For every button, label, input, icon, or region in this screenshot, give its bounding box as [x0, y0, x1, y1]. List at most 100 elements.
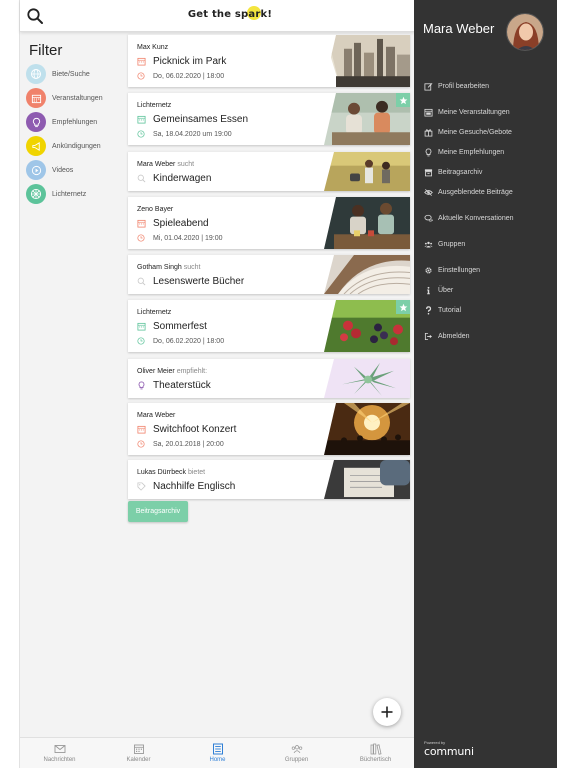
card-image-open-book	[324, 255, 410, 294]
lightbulb-icon	[425, 148, 432, 157]
nav-label: Home	[209, 757, 226, 763]
menu-item-gruppen[interactable]: Gruppen	[424, 240, 465, 249]
nav-label: Gruppen	[284, 757, 309, 763]
chat-icon	[424, 214, 433, 222]
menu-label: Gruppen	[438, 241, 466, 248]
nav-tab-nachrichten[interactable]: Nachrichten	[20, 738, 99, 768]
filter-item-empfehlungen[interactable]: Empfehlungen	[26, 111, 128, 133]
post-card-switchfoot-konzert[interactable]: Mara Weber Switchfoot Konzert Sa, 20.01.…	[128, 402, 410, 455]
edit-icon	[424, 83, 433, 91]
menu-item-ueber[interactable]: Über	[424, 286, 453, 295]
announcement-icon	[26, 136, 46, 156]
tag-icon	[137, 482, 146, 491]
menu-label: Aktuelle Konversationen	[438, 215, 514, 222]
card-image-succulent	[324, 359, 410, 398]
home-list-icon	[212, 743, 223, 755]
filter-panel: Filter Biete/Suche Veranstaltungen Empfe…	[20, 32, 127, 732]
nav-label: Kalender	[126, 757, 151, 763]
clock-icon	[137, 234, 145, 242]
powered-by-communi: Powered by communi	[424, 740, 474, 758]
logout-icon	[424, 332, 432, 341]
clock-icon	[137, 72, 145, 80]
menu-label: Abmelden	[438, 333, 470, 340]
card-title: Kinderwagen	[153, 173, 212, 184]
card-author: Gotham Singh sucht	[137, 264, 201, 271]
card-title: Switchfoot Konzert	[153, 424, 237, 435]
card-author: Oliver Meier empfiehlt:	[137, 368, 208, 375]
menu-label: Einstellungen	[438, 267, 481, 274]
nav-tab-kalender[interactable]: Kalender	[99, 738, 178, 768]
clock-icon	[137, 337, 145, 345]
mail-icon	[54, 745, 65, 753]
calendar-icon	[137, 57, 146, 66]
clock-icon	[137, 440, 145, 448]
globe-icon	[26, 64, 46, 84]
card-author: Mara Weber sucht	[137, 161, 195, 168]
post-card-spieleabend[interactable]: Zeno Bayer Spieleabend Mi, 01.04.2020 | …	[128, 196, 410, 249]
archive-icon	[424, 169, 433, 177]
post-card-kinderwagen[interactable]: Mara Weber sucht Kinderwagen	[128, 151, 410, 191]
menu-item-aktuelle-konversationen[interactable]: Aktuelle Konversationen	[424, 214, 514, 223]
network-icon	[26, 184, 46, 204]
calendar-icon	[137, 115, 146, 124]
menu-item-einstellungen[interactable]: Einstellungen	[424, 266, 480, 275]
lightbulb-icon	[26, 112, 46, 132]
filter-item-veranstaltungen[interactable]: Veranstaltungen	[26, 87, 128, 109]
card-title: Nachhilfe Englisch	[153, 481, 236, 492]
menu-item-abmelden[interactable]: Abmelden	[424, 332, 470, 341]
nav-tab-home[interactable]: Home	[178, 738, 257, 768]
menu-item-profil-bearbeiten[interactable]: Profil bearbeiten	[424, 82, 489, 91]
menu-item-meine-empfehlungen[interactable]: Meine Empfehlungen	[424, 148, 504, 157]
filter-label: Biete/Suche	[52, 70, 90, 78]
search-icon[interactable]	[26, 7, 44, 25]
menu-item-ausgeblendete-beitraege[interactable]: Ausgeblendete Beiträge	[424, 188, 513, 197]
filter-label: Ankündigungen	[52, 142, 101, 150]
card-date: Sa, 20.01.2018 | 20:00	[153, 440, 224, 448]
filter-item-ankuendigungen[interactable]: Ankündigungen	[26, 135, 128, 157]
menu-label: Tutorial	[438, 307, 462, 314]
eye-slash-icon	[424, 189, 433, 196]
filter-item-biete-suche[interactable]: Biete/Suche	[26, 63, 128, 85]
books-icon	[370, 743, 381, 755]
filter-title: Filter	[29, 42, 63, 59]
card-author: Max Kunz	[137, 44, 169, 51]
filter-label: Lichternetz	[52, 190, 87, 198]
nav-tab-buechertisch[interactable]: Büchertisch	[336, 738, 415, 768]
menu-item-beitragsarchiv[interactable]: Beitragsarchiv	[424, 168, 482, 177]
post-card-picknick[interactable]: Max Kunz Picknick im Park Do, 06.02.2020…	[128, 34, 410, 87]
card-image-family-walk	[324, 152, 410, 191]
card-author: Lichternetz	[137, 309, 172, 316]
card-author: Lukas Dürrbeck bietet	[137, 469, 206, 476]
calendar-icon	[133, 744, 144, 754]
card-date: Sa, 18.04.2020 um 19:00	[153, 130, 232, 138]
archive-button[interactable]: Beitragsarchiv	[128, 501, 188, 522]
menu-item-meine-gesuche-gebote[interactable]: Meine Gesuche/Gebote	[424, 128, 512, 137]
post-card-lesenswerte-buecher[interactable]: Gotham Singh sucht Lesenswerte Bücher	[128, 254, 410, 294]
add-post-button[interactable]	[373, 698, 401, 726]
menu-label: Meine Empfehlungen	[438, 149, 505, 156]
filter-label: Veranstaltungen	[52, 94, 103, 102]
card-title: Lesenswerte Bücher	[153, 276, 245, 287]
post-card-gemeinsames-essen[interactable]: Lichternetz Gemeinsames Essen Sa, 18.04.…	[128, 92, 410, 145]
menu-item-meine-veranstaltungen[interactable]: Meine Veranstaltungen	[424, 108, 510, 117]
menu-label: Meine Veranstaltungen	[438, 109, 510, 116]
gear-icon	[425, 267, 432, 274]
filter-item-lichternetz[interactable]: Lichternetz	[26, 183, 128, 205]
top-bar: Get the spark!	[20, 0, 415, 32]
nav-tab-gruppen[interactable]: Gruppen	[257, 738, 336, 768]
avatar[interactable]	[506, 13, 544, 51]
main-panel: Get the spark! Filter Biete/Suche Verans…	[19, 0, 415, 768]
filter-item-videos[interactable]: Videos	[26, 159, 128, 181]
question-icon	[426, 306, 432, 315]
star-icon	[396, 93, 410, 107]
post-card-nachhilfe-englisch[interactable]: Lukas Dürrbeck bietet Nachhilfe Englisch	[128, 459, 410, 499]
card-date: Mi, 01.04.2020 | 19:00	[153, 234, 223, 242]
post-card-sommerfest[interactable]: Lichternetz Sommerfest Do, 06.02.2020 | …	[128, 299, 410, 352]
card-date: Do, 06.02.2020 | 18:00	[153, 337, 225, 345]
post-feed: Max Kunz Picknick im Park Do, 06.02.2020…	[128, 32, 410, 732]
post-card-theaterstueck[interactable]: Oliver Meier empfiehlt: Theaterstück	[128, 358, 410, 398]
menu-label: Meine Gesuche/Gebote	[438, 129, 512, 136]
lightbulb-icon	[138, 381, 145, 390]
menu-item-tutorial[interactable]: Tutorial	[424, 306, 461, 315]
card-author: Mara Weber	[137, 412, 176, 419]
